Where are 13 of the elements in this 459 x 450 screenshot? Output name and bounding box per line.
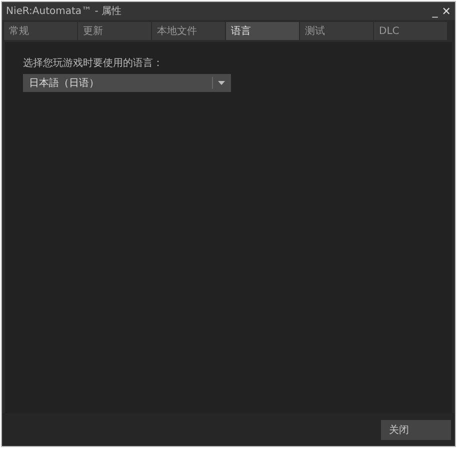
tab[interactable]: DLC bbox=[374, 22, 447, 40]
close-dialog-button[interactable]: 关闭 bbox=[381, 420, 451, 440]
tab[interactable]: 语言 bbox=[226, 22, 299, 40]
tab[interactable]: 测试 bbox=[300, 22, 373, 40]
window-title: NieR:Automata™ - 属性 bbox=[6, 4, 122, 18]
caret-icon bbox=[218, 81, 225, 85]
tab[interactable]: 常规 bbox=[4, 22, 77, 40]
tab[interactable]: 更新 bbox=[78, 22, 151, 40]
minimize-button[interactable]: _ bbox=[432, 6, 438, 16]
close-button[interactable]: ✕ bbox=[442, 6, 451, 16]
tab[interactable]: 本地文件 bbox=[152, 22, 225, 40]
language-label: 选择您玩游戏时要使用的语言： bbox=[23, 56, 164, 70]
language-dropdown[interactable]: 日本語（日语） bbox=[23, 74, 231, 92]
